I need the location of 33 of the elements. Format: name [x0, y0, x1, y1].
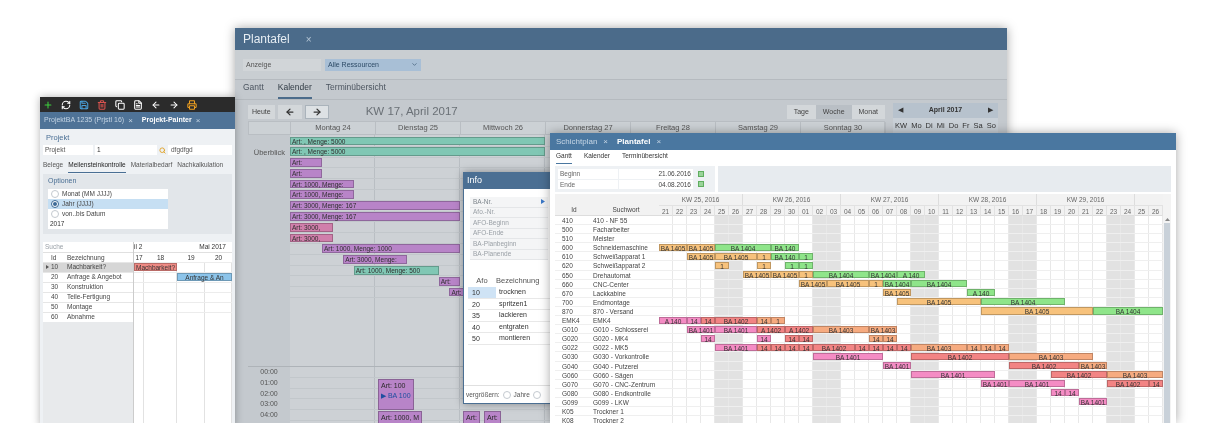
scrollbar-thumb[interactable]: [1164, 223, 1170, 423]
arrow-left-icon: [284, 107, 295, 117]
tab[interactable]: Terminübersicht: [325, 81, 386, 99]
close-tab-button[interactable]: ×: [656, 135, 662, 148]
printer-icon[interactable]: [187, 99, 197, 110]
arrow-right-icon: [311, 107, 322, 117]
close-tab-button[interactable]: ×: [195, 114, 201, 127]
trash-icon[interactable]: [97, 99, 107, 110]
copy-icon[interactable]: [115, 99, 125, 110]
pointer-icon: [541, 199, 545, 205]
week-heading: KW 17, April 2017: [365, 104, 458, 120]
window-title: Info: [467, 174, 482, 188]
previous-button[interactable]: [277, 105, 302, 119]
tab[interactable]: Kalender: [277, 81, 312, 99]
refresh-icon[interactable]: [61, 99, 71, 110]
save-icon[interactable]: [79, 99, 89, 110]
next-button[interactable]: [304, 105, 329, 119]
scroll-up-icon[interactable]: [1164, 218, 1170, 221]
tab[interactable]: Gantt: [243, 81, 264, 99]
window-title: Plantafel: [243, 31, 290, 48]
tab[interactable]: Schichtplan: [556, 135, 598, 148]
close-tab-button[interactable]: ×: [305, 31, 312, 47]
radio-button[interactable]: [51, 199, 59, 208]
close-tab-button[interactable]: ×: [128, 114, 133, 127]
plus-icon[interactable]: [43, 99, 53, 110]
scrollbar[interactable]: [1163, 194, 1171, 423]
tab[interactable]: Plantafel: [617, 135, 651, 148]
chevron-down-icon: [411, 61, 418, 68]
row-pointer-icon: [45, 265, 49, 270]
close-tab-button[interactable]: ×: [603, 135, 609, 148]
arrow-left-icon[interactable]: [151, 99, 161, 110]
arrow-right-icon[interactable]: [169, 99, 179, 110]
document-icon[interactable]: [133, 99, 143, 110]
